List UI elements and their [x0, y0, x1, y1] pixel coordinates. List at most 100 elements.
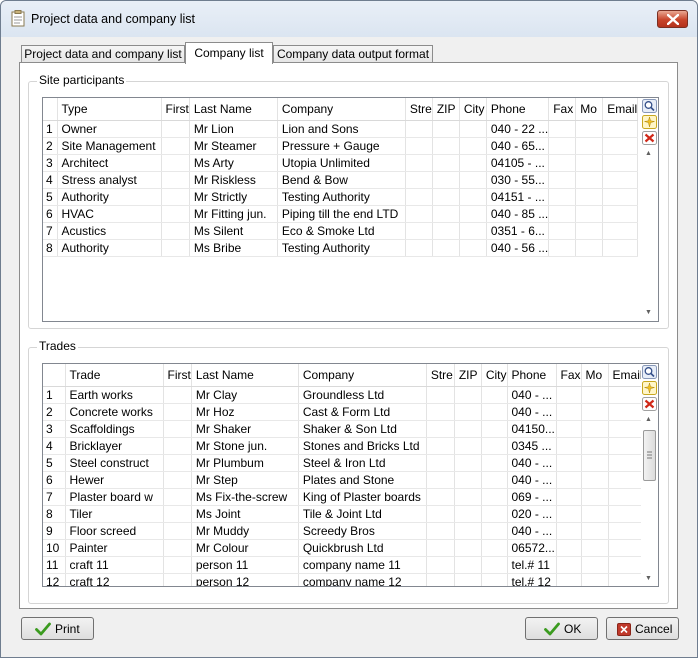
table-cell[interactable]: tel.# 12 [507, 573, 557, 586]
column-header[interactable]: Company [277, 98, 406, 121]
column-header[interactable]: First [161, 98, 190, 121]
table-cell[interactable]: Authority [57, 239, 162, 257]
table-cell[interactable]: 04105 - ... [486, 154, 550, 172]
column-header[interactable]: Trade [65, 364, 164, 387]
table-cell[interactable] [163, 488, 192, 506]
table-cell[interactable] [608, 488, 644, 506]
table-cell[interactable] [432, 188, 460, 206]
table-row[interactable]: 8 Authority Ms Bribe Testing Authority 040 -… [43, 239, 639, 257]
table-cell[interactable] [548, 154, 577, 172]
table-cell[interactable] [556, 505, 582, 523]
table-cell[interactable]: HVAC [57, 205, 162, 223]
table-cell[interactable] [556, 437, 582, 455]
table-cell[interactable] [163, 556, 192, 574]
table-cell[interactable]: craft 12 [65, 573, 164, 586]
table-cell[interactable] [459, 137, 487, 155]
table-cell[interactable] [575, 137, 604, 155]
table-cell[interactable]: Acustics [57, 222, 162, 240]
table-cell[interactable]: Groundless Ltd [298, 386, 427, 404]
table-cell[interactable] [608, 505, 644, 523]
table-cell[interactable] [548, 239, 577, 257]
table-cell[interactable] [161, 154, 190, 172]
table-cell[interactable] [556, 522, 582, 540]
column-header[interactable]: Last Name [191, 364, 299, 387]
table-cell[interactable]: Hewer [65, 471, 164, 489]
table-cell[interactable] [405, 205, 433, 223]
table-cell[interactable] [608, 522, 644, 540]
table-cell[interactable]: Architect [57, 154, 162, 172]
table-cell[interactable] [405, 154, 433, 172]
table-cell[interactable]: Cast & Form Ltd [298, 403, 427, 421]
table-cell[interactable]: 020 - ... [507, 505, 557, 523]
table-row[interactable]: 3 Scaffoldings Mr Shaker Shaker & Son Ltd 04… [43, 420, 644, 438]
table-cell[interactable] [575, 171, 604, 189]
column-header[interactable]: Type [57, 98, 162, 121]
table-cell[interactable] [163, 573, 192, 586]
column-header[interactable]: City [481, 364, 508, 387]
column-header[interactable]: Stre [405, 98, 433, 121]
table-cell[interactable] [548, 222, 577, 240]
table-row[interactable]: 6 HVAC Mr Fitting jun. Piping till the end … [43, 205, 639, 223]
table-cell[interactable] [602, 171, 639, 189]
column-header[interactable]: First [163, 364, 192, 387]
table-cell[interactable] [405, 120, 433, 138]
table-cell[interactable] [581, 505, 609, 523]
table-cell[interactable] [161, 137, 190, 155]
column-header[interactable]: Fax [548, 98, 577, 121]
table-cell[interactable]: 040 - ... [507, 522, 557, 540]
table-cell[interactable] [548, 205, 577, 223]
table-cell[interactable] [608, 471, 644, 489]
table-cell[interactable]: Piping till the end LTD [277, 205, 406, 223]
table-cell[interactable]: Mr Clay [191, 386, 299, 404]
table-cell[interactable]: Mr Plumbum [191, 454, 299, 472]
table-cell[interactable] [163, 505, 192, 523]
table-cell[interactable] [556, 403, 582, 421]
table-cell[interactable] [426, 488, 455, 506]
table-cell[interactable]: 0351 - 6... [486, 222, 550, 240]
table-cell[interactable]: craft 11 [65, 556, 164, 574]
table-cell[interactable] [575, 239, 604, 257]
column-header[interactable]: Email [608, 364, 644, 387]
table-cell[interactable] [454, 573, 482, 586]
table-cell[interactable] [581, 454, 609, 472]
column-header[interactable]: Email [602, 98, 639, 121]
column-header[interactable]: ZIP [454, 364, 482, 387]
table-cell[interactable] [426, 471, 455, 489]
table-cell[interactable] [426, 573, 455, 586]
table-cell[interactable] [481, 420, 508, 438]
table-cell[interactable] [556, 539, 582, 557]
table-cell[interactable] [581, 403, 609, 421]
table-cell[interactable] [432, 137, 460, 155]
table-cell[interactable]: 040 - 85 ... [486, 205, 550, 223]
table-cell[interactable]: Mr Fitting jun. [189, 205, 278, 223]
table-cell[interactable] [575, 205, 604, 223]
table-row[interactable]: 11 craft 11 person 11 company name 11 tel.# … [43, 556, 644, 574]
table-cell[interactable] [548, 188, 577, 206]
table-cell[interactable] [602, 222, 639, 240]
table-cell[interactable]: 040 - ... [507, 471, 557, 489]
table-row[interactable]: 5 Steel construct Mr Plumbum Steel & Iron L… [43, 454, 644, 472]
table-cell[interactable] [432, 239, 460, 257]
table-cell[interactable] [556, 471, 582, 489]
table-cell[interactable]: Stones and Bricks Ltd [298, 437, 427, 455]
table-cell[interactable] [602, 120, 639, 138]
new-entry-icon[interactable] [642, 115, 657, 129]
magnifier-icon[interactable] [642, 365, 657, 379]
table-cell[interactable] [556, 420, 582, 438]
table-cell[interactable]: 0345 ... [507, 437, 557, 455]
column-header[interactable]: Company [298, 364, 427, 387]
table-cell[interactable] [454, 437, 482, 455]
table-cell[interactable] [405, 137, 433, 155]
table-row[interactable]: 8 Tiler Ms Joint Tile & Joint Ltd 020 - ... [43, 505, 644, 523]
table-cell[interactable]: Stress analyst [57, 171, 162, 189]
table-cell[interactable] [481, 505, 508, 523]
table-cell[interactable]: Utopia Unlimited [277, 154, 406, 172]
table-cell[interactable]: Mr Muddy [191, 522, 299, 540]
table-cell[interactable] [426, 386, 455, 404]
table-row[interactable]: 5 Authority Mr Strictly Testing Authority 04… [43, 188, 639, 206]
table-cell[interactable] [163, 539, 192, 557]
column-header[interactable]: Fax [556, 364, 582, 387]
table-cell[interactable] [405, 171, 433, 189]
table-cell[interactable] [556, 454, 582, 472]
column-header[interactable] [43, 98, 58, 121]
